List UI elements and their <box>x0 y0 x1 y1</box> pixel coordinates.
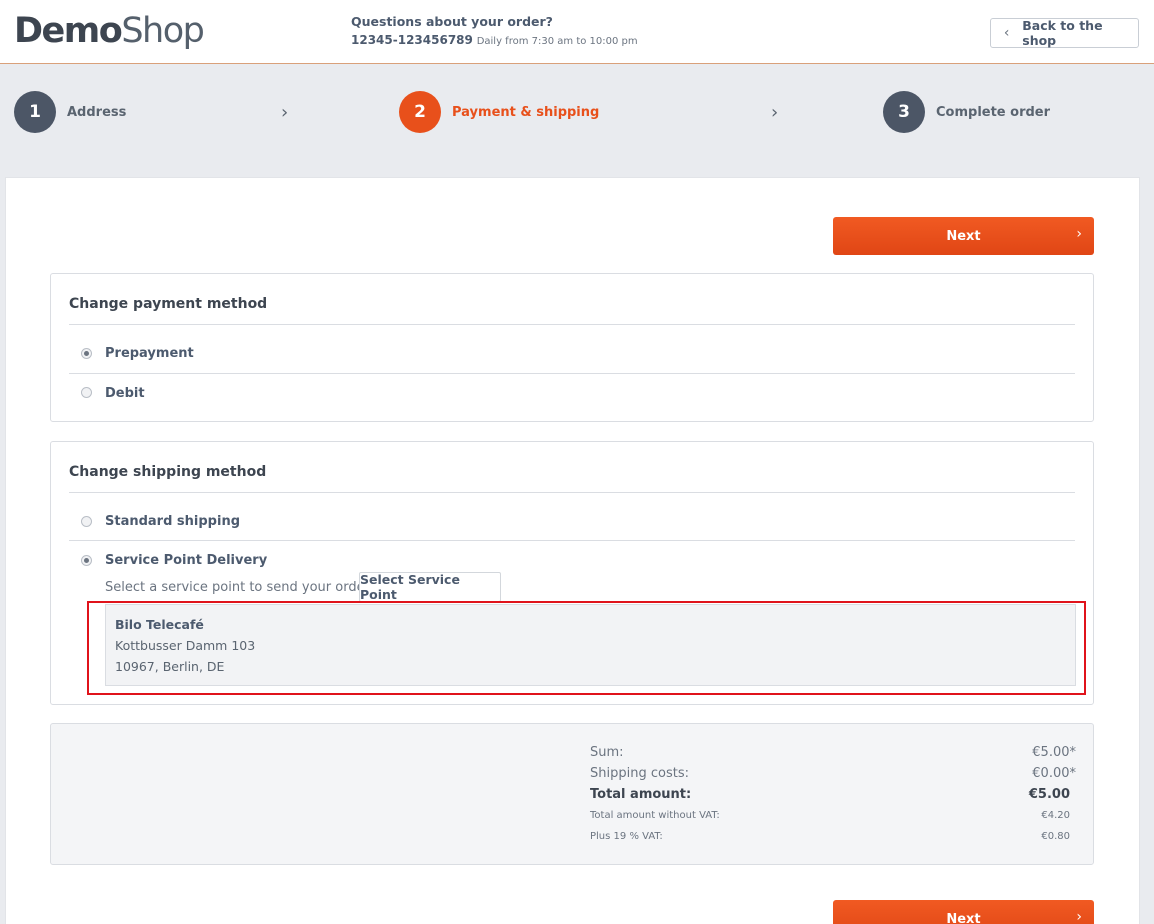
help-info: Questions about your order? 12345-123456… <box>351 14 638 50</box>
shipping-costs-label: Shipping costs: <box>590 766 689 781</box>
step-payment-shipping[interactable]: 2 Payment & shipping <box>399 91 599 133</box>
chevron-right-icon: › <box>771 102 779 123</box>
vat-label: Plus 19 % VAT: <box>590 831 663 842</box>
next-label: Next <box>946 228 981 244</box>
back-to-shop-label: Back to the shop <box>1022 18 1103 48</box>
sum-label: Sum: <box>590 745 624 760</box>
step-label: Payment & shipping <box>452 104 600 120</box>
chevron-right-icon: › <box>1076 909 1082 924</box>
divider <box>69 373 1075 374</box>
payment-method-panel: Change payment method Prepayment Debit <box>50 273 1094 422</box>
back-to-shop-button[interactable]: ‹ Back to the shop <box>990 18 1139 48</box>
step-address[interactable]: 1 Address <box>14 91 126 133</box>
divider <box>69 540 1075 541</box>
logo[interactable]: DemoShop <box>14 11 205 51</box>
debit-label[interactable]: Debit <box>105 386 145 401</box>
debit-radio[interactable] <box>81 387 92 398</box>
chevron-right-icon: › <box>1076 226 1082 242</box>
service-point-prompt: Select a service point to send your orde… <box>105 580 388 595</box>
net-row: Total amount without VAT: €4.20 <box>590 810 1076 821</box>
shipping-costs-value: €0.00* <box>1032 766 1076 781</box>
logo-light: Shop <box>121 11 205 51</box>
standard-shipping-label[interactable]: Standard shipping <box>105 514 240 529</box>
total-label: Total amount: <box>590 787 692 802</box>
vat-value: €0.80 <box>1041 831 1070 842</box>
step-number: 1 <box>14 91 56 133</box>
step-number: 2 <box>399 91 441 133</box>
payment-method-title: Change payment method <box>69 296 268 312</box>
prepayment-label[interactable]: Prepayment <box>105 346 194 361</box>
total-row: Total amount: €5.00 <box>590 787 1076 802</box>
standard-shipping-radio[interactable] <box>81 516 92 527</box>
step-label: Address <box>67 104 127 120</box>
next-button-bottom[interactable]: Next › <box>833 900 1094 924</box>
service-point-radio[interactable] <box>81 555 92 566</box>
net-label: Total amount without VAT: <box>590 810 720 821</box>
divider <box>69 492 1075 493</box>
sum-row: Sum: €5.00* <box>590 745 1076 760</box>
chevron-left-icon: ‹ <box>1003 25 1010 41</box>
select-service-point-button[interactable]: Select Service Point <box>359 572 501 602</box>
sum-value: €5.00* <box>1032 745 1076 760</box>
shipping-costs-row: Shipping costs: €0.00* <box>590 766 1076 781</box>
next-label: Next <box>946 911 981 924</box>
chevron-right-icon: › <box>281 102 289 123</box>
step-label: Complete order <box>936 104 1051 120</box>
step-complete-order[interactable]: 3 Complete order <box>883 91 1050 133</box>
prepayment-radio[interactable] <box>81 348 92 359</box>
service-point-label[interactable]: Service Point Delivery <box>105 553 267 568</box>
vat-row: Plus 19 % VAT: €0.80 <box>590 831 1076 842</box>
help-hours: Daily from 7:30 am to 10:00 pm <box>476 36 638 47</box>
divider <box>69 324 1075 325</box>
next-button-top[interactable]: Next › <box>833 217 1094 255</box>
header: DemoShop Questions about your order? 123… <box>0 0 1154 64</box>
net-value: €4.20 <box>1041 810 1070 821</box>
order-summary: Sum: €5.00* Shipping costs: €0.00* Total… <box>50 723 1094 865</box>
shipping-method-title: Change shipping method <box>69 464 267 480</box>
help-title: Questions about your order? <box>351 14 553 29</box>
logo-bold: Demo <box>14 11 123 51</box>
highlight-box <box>87 601 1086 695</box>
step-number: 3 <box>883 91 925 133</box>
total-value: €5.00 <box>1028 787 1070 802</box>
help-phone: 12345-123456789 <box>351 33 473 47</box>
help-line: 12345-123456789 Daily from 7:30 am to 10… <box>351 32 638 50</box>
